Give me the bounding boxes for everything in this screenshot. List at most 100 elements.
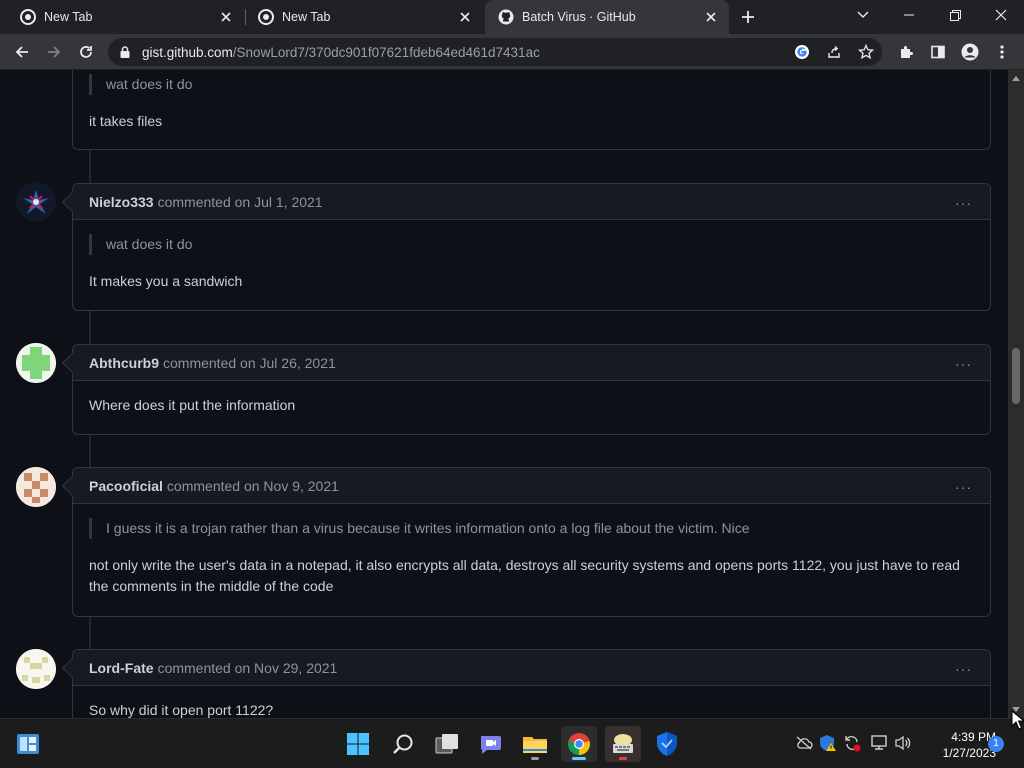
address-bar[interactable]: gist.github.com/SnowLord7/370dc901f07621… bbox=[108, 38, 882, 66]
comment-text: So why did it open port 1122? bbox=[89, 702, 274, 718]
chrome-taskbar-icon[interactable] bbox=[561, 726, 597, 762]
page-scrollbar[interactable] bbox=[1008, 70, 1024, 718]
comment-body: wat does it do It makes you a sandwich bbox=[73, 220, 990, 304]
close-window-button[interactable] bbox=[978, 0, 1024, 30]
timeline-line bbox=[89, 617, 91, 650]
comment-quote: I guess it is a trojan rather than a vir… bbox=[89, 518, 974, 539]
share-icon[interactable] bbox=[824, 42, 844, 62]
comment-body: So why did it open port 1122? bbox=[73, 686, 990, 718]
comment-header: Lord-Fate commented on Nov 29, 2021 ··· bbox=[73, 650, 990, 686]
comment: Abthcurb9 commented on Jul 26, 2021 ··· … bbox=[62, 344, 991, 435]
tab-batch-virus[interactable]: Batch Virus · GitHub bbox=[485, 0, 729, 34]
menu-kebab-icon[interactable] bbox=[988, 38, 1016, 66]
timeline-line bbox=[89, 311, 91, 344]
lock-icon[interactable] bbox=[118, 45, 132, 59]
comment-header: Nielzo333 commented on Jul 1, 2021 ··· bbox=[73, 184, 990, 220]
running-indicator bbox=[572, 757, 586, 760]
comment-body: I guess it is a trojan rather than a vir… bbox=[73, 504, 990, 609]
start-windows-icon[interactable] bbox=[340, 726, 376, 762]
google-icon[interactable] bbox=[792, 42, 812, 62]
reload-button[interactable] bbox=[72, 38, 100, 66]
comment-timestamp[interactable]: commented on Nov 29, 2021 bbox=[158, 660, 338, 676]
close-tab-icon[interactable] bbox=[216, 7, 236, 27]
avatar[interactable] bbox=[16, 467, 56, 507]
comment-timestamp[interactable]: commented on Nov 9, 2021 bbox=[167, 478, 339, 494]
comment-header: Abthcurb9 commented on Jul 26, 2021 ··· bbox=[73, 345, 990, 381]
github-icon bbox=[498, 9, 514, 25]
comment-text: Where does it put the information bbox=[89, 397, 296, 413]
minimize-button[interactable] bbox=[886, 0, 932, 30]
avatar[interactable] bbox=[16, 649, 56, 689]
comment-options-icon[interactable]: ··· bbox=[955, 356, 972, 372]
extensions-icon[interactable] bbox=[892, 38, 920, 66]
comment-body: wat does it do it takes files bbox=[73, 70, 990, 144]
security-warning-icon[interactable] bbox=[818, 733, 838, 753]
scrollbar-thumb[interactable] bbox=[1012, 348, 1020, 404]
clock-date: 1/27/2023 bbox=[942, 746, 996, 760]
chrome-icon bbox=[258, 9, 274, 25]
close-tab-icon[interactable] bbox=[455, 7, 475, 27]
comment-author-link[interactable]: Lord-Fate bbox=[89, 660, 154, 676]
comment: Pacooficial commented on Nov 9, 2021 ···… bbox=[62, 467, 991, 617]
windows-taskbar: 4:39 PM 1/27/2023 1 bbox=[0, 718, 1024, 768]
comment-text: not only write the user's data in a note… bbox=[89, 557, 960, 594]
comment-options-icon[interactable]: ··· bbox=[955, 661, 972, 677]
teams-chat-icon[interactable] bbox=[473, 726, 509, 762]
display-icon[interactable] bbox=[869, 733, 889, 753]
comment-options-icon[interactable]: ··· bbox=[955, 479, 972, 495]
chrome-icon bbox=[20, 9, 36, 25]
taskbar-clock[interactable]: 4:39 PM 1/27/2023 bbox=[912, 729, 996, 761]
comment-timestamp[interactable]: commented on Jul 26, 2021 bbox=[163, 355, 336, 371]
comment: Nielzo333 commented on Jul 1, 2021 ··· w… bbox=[62, 183, 991, 311]
tab-title: New Tab bbox=[44, 10, 93, 24]
timeline-line bbox=[89, 150, 91, 183]
url-path: /SnowLord7/370dc901f07621fdeb64ed461d743… bbox=[232, 45, 540, 60]
scroll-up-arrow-icon[interactable] bbox=[1012, 76, 1020, 81]
comment-quote: wat does it do bbox=[89, 74, 974, 95]
tab-new-tab-2[interactable]: New Tab bbox=[238, 0, 483, 34]
keyboard-app-icon[interactable] bbox=[605, 726, 641, 762]
comment: wat does it do it takes files bbox=[72, 70, 991, 150]
running-indicator bbox=[531, 757, 539, 760]
sync-icon[interactable] bbox=[842, 733, 862, 753]
defender-shield-icon[interactable] bbox=[649, 726, 685, 762]
comment-options-icon[interactable]: ··· bbox=[955, 195, 972, 211]
bookmark-star-icon[interactable] bbox=[856, 42, 876, 62]
tab-new-tab-1[interactable]: New Tab bbox=[0, 0, 244, 34]
tab-search-button[interactable] bbox=[840, 0, 886, 30]
file-explorer-icon[interactable] bbox=[517, 726, 553, 762]
back-button[interactable] bbox=[8, 38, 36, 66]
comment-text: it takes files bbox=[89, 113, 163, 129]
comment: Lord-Fate commented on Nov 29, 2021 ··· … bbox=[62, 649, 991, 718]
tab-strip: New Tab New Tab Batch Virus · GitHub bbox=[0, 0, 1024, 34]
comment-timestamp[interactable]: commented on Jul 1, 2021 bbox=[158, 194, 323, 210]
search-icon[interactable] bbox=[385, 726, 421, 762]
tab-title: Batch Virus · GitHub bbox=[522, 10, 636, 24]
page-content: wat does it do it takes files Nielzo333 … bbox=[0, 70, 1008, 718]
avatar[interactable] bbox=[16, 182, 56, 222]
forward-button[interactable] bbox=[40, 38, 68, 66]
close-tab-icon[interactable] bbox=[701, 7, 721, 27]
url-host: gist.github.com bbox=[142, 45, 233, 60]
browser-toolbar: gist.github.com/SnowLord7/370dc901f07621… bbox=[0, 34, 1024, 70]
comment-author-link[interactable]: Pacooficial bbox=[89, 478, 163, 494]
url-text[interactable]: gist.github.com/SnowLord7/370dc901f07621… bbox=[142, 45, 540, 60]
comment-text: It makes you a sandwich bbox=[89, 273, 243, 289]
comment-author-link[interactable]: Nielzo333 bbox=[89, 194, 154, 210]
task-view-icon[interactable] bbox=[429, 726, 465, 762]
avatar[interactable] bbox=[16, 343, 56, 383]
volume-icon[interactable] bbox=[893, 733, 913, 753]
notification-badge[interactable]: 1 bbox=[988, 736, 1004, 752]
running-indicator bbox=[619, 757, 627, 760]
comment-author-link[interactable]: Abthcurb9 bbox=[89, 355, 159, 371]
comment-quote: wat does it do bbox=[89, 234, 974, 255]
new-tab-button[interactable] bbox=[737, 6, 759, 28]
side-panel-icon[interactable] bbox=[924, 38, 952, 66]
profile-icon[interactable] bbox=[956, 38, 984, 66]
restore-button[interactable] bbox=[932, 0, 978, 30]
clock-time: 4:39 PM bbox=[951, 730, 996, 744]
cloud-offline-icon[interactable] bbox=[794, 733, 814, 753]
tab-title: New Tab bbox=[282, 10, 331, 24]
comment-header: Pacooficial commented on Nov 9, 2021 ··· bbox=[73, 468, 990, 504]
widgets-icon[interactable] bbox=[10, 726, 46, 762]
